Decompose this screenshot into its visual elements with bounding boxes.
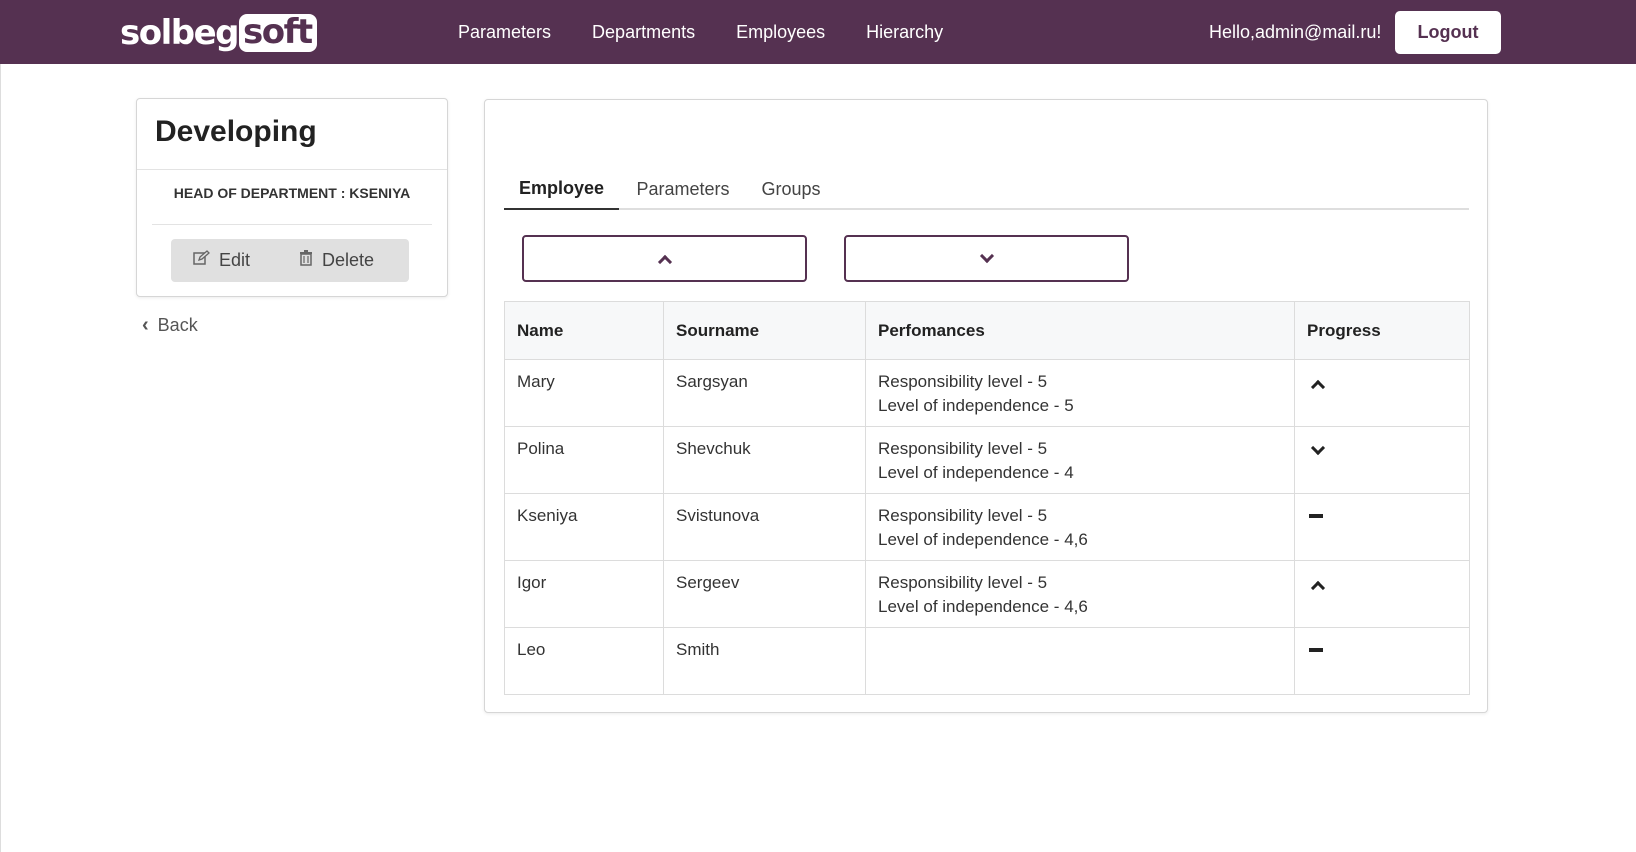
- chevron-up-icon: [1310, 379, 1326, 395]
- cell-progress: [1294, 493, 1470, 561]
- header-name[interactable]: Name: [504, 301, 664, 360]
- chevron-down-icon: [979, 248, 994, 263]
- perf-responsibility: Responsibility level - 5: [878, 372, 1048, 391]
- perf-independence: Level of independence - 4: [878, 463, 1074, 482]
- cell-name: Igor: [504, 560, 664, 628]
- cell-progress: [1294, 426, 1470, 494]
- chevron-up-icon: [657, 254, 672, 269]
- user-greeting: Hello,admin@mail.ru!: [1209, 22, 1382, 42]
- cell-surname: Svistunova: [663, 493, 866, 561]
- cell-surname: Shevchuk: [663, 426, 866, 494]
- chevron-up-icon: [1310, 580, 1326, 596]
- nav-link-parameters[interactable]: Parameters: [458, 22, 551, 43]
- chevron-down-icon: [1310, 440, 1326, 456]
- edit-button[interactable]: Edit: [171, 239, 281, 282]
- perf-independence: Level of independence - 5: [878, 396, 1074, 415]
- cell-performances: Responsibility level - 5 Level of indepen…: [865, 560, 1295, 628]
- logout-button[interactable]: Logout: [1395, 11, 1501, 54]
- department-head: HEAD OF DEPARTMENT : KSENIYA: [173, 185, 411, 201]
- delete-button[interactable]: Delete: [281, 239, 374, 282]
- perf-responsibility: Responsibility level - 5: [878, 439, 1048, 458]
- back-link[interactable]: ‹ Back: [142, 314, 198, 337]
- main-panel: Employee Parameters Groups Name Sourname…: [484, 99, 1488, 713]
- nav-link-hierarchy[interactable]: Hierarchy: [866, 22, 943, 43]
- perf-responsibility: Responsibility level - 5: [878, 506, 1048, 525]
- nav-links: Parameters Departments Employees Hierarc…: [458, 0, 984, 64]
- cell-name: Mary: [504, 359, 664, 427]
- nav-link-employees[interactable]: Employees: [736, 22, 825, 43]
- divider: [137, 169, 447, 170]
- edit-label: Edit: [219, 250, 251, 270]
- sort-ascending-button[interactable]: [522, 235, 807, 282]
- table-row[interactable]: Leo Smith: [504, 627, 1470, 695]
- chevron-left-icon: ‹: [142, 314, 149, 336]
- table-row[interactable]: Kseniya Svistunova Responsibility level - …: [504, 493, 1470, 561]
- department-title: Developing: [155, 115, 317, 148]
- tab-parameters[interactable]: Parameters: [619, 168, 747, 210]
- cell-name: Kseniya: [504, 493, 664, 561]
- cell-progress: [1294, 627, 1470, 695]
- top-navbar: solbeg soft Parameters Departments Employ…: [0, 0, 1636, 64]
- tab-employee[interactable]: Employee: [504, 168, 619, 210]
- cell-surname: Smith: [663, 627, 866, 695]
- header-surname[interactable]: Sourname: [663, 301, 866, 360]
- cell-name: Polina: [504, 426, 664, 494]
- page-left-border: [0, 64, 1, 852]
- divider: [152, 224, 432, 225]
- perf-responsibility: Responsibility level - 5: [878, 573, 1048, 592]
- logo-text-solbeg: solbeg: [120, 13, 240, 53]
- delete-label: Delete: [322, 250, 375, 270]
- header-performances[interactable]: Perfomances: [865, 301, 1295, 360]
- table-row[interactable]: Polina Shevchuk Responsibility level - 5 Le…: [504, 426, 1470, 494]
- table-row[interactable]: Igor Sergeev Responsibility level - 5 Level…: [504, 560, 1470, 628]
- cell-name: Leo: [504, 627, 664, 695]
- cell-surname: Sargsyan: [663, 359, 866, 427]
- nav-link-departments[interactable]: Departments: [592, 22, 695, 43]
- employee-table: Name Sourname Perfomances Progress Mary S…: [504, 301, 1470, 695]
- tab-bar: Employee Parameters Groups: [504, 168, 1469, 210]
- cell-progress: [1294, 560, 1470, 628]
- minus-icon: [1309, 514, 1323, 518]
- cell-performances: Responsibility level - 5 Level of indepen…: [865, 359, 1295, 427]
- cell-progress: [1294, 359, 1470, 427]
- cell-surname: Sergeev: [663, 560, 866, 628]
- table-header-row: Name Sourname Perfomances Progress: [504, 301, 1470, 360]
- department-card: Developing HEAD OF DEPARTMENT : KSENIYA …: [136, 98, 448, 297]
- sort-descending-button[interactable]: [844, 235, 1129, 282]
- edit-icon: [193, 250, 210, 271]
- table-row[interactable]: Mary Sargsyan Responsibility level - 5 Leve…: [504, 359, 1470, 427]
- logo-text-soft: soft: [239, 14, 317, 52]
- logo[interactable]: solbeg soft: [120, 13, 317, 53]
- trash-icon: [299, 250, 313, 271]
- cell-performances: Responsibility level - 5 Level of indepen…: [865, 426, 1295, 494]
- cell-performances: [865, 627, 1295, 695]
- minus-icon: [1309, 648, 1323, 652]
- cell-performances: Responsibility level - 5 Level of indepen…: [865, 493, 1295, 561]
- tab-groups[interactable]: Groups: [747, 168, 835, 210]
- header-progress[interactable]: Progress: [1294, 301, 1470, 360]
- perf-independence: Level of independence - 4,6: [878, 597, 1088, 616]
- perf-independence: Level of independence - 4,6: [878, 530, 1088, 549]
- back-label: Back: [157, 315, 198, 335]
- department-actions: Edit Delete: [171, 239, 409, 282]
